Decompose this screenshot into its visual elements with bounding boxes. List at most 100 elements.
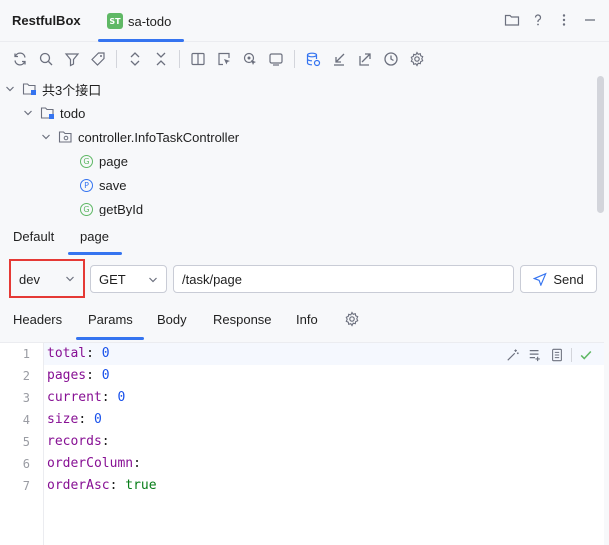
refresh-icon[interactable] xyxy=(10,49,30,69)
request-tabs: Default page xyxy=(0,224,609,254)
param-tab-indicator xyxy=(76,337,144,340)
tree-endpoint[interactable]: P save xyxy=(80,173,126,197)
help-icon[interactable] xyxy=(529,11,547,29)
endpoint-label: save xyxy=(99,177,127,193)
yaml-key: size xyxy=(47,412,79,427)
get-method-icon: G xyxy=(80,202,93,216)
editor-right-rail xyxy=(604,342,609,545)
app-title: RestfulBox xyxy=(12,13,81,28)
tab-params[interactable]: Params xyxy=(88,312,133,327)
toolbar xyxy=(0,43,609,75)
chevron-down-icon[interactable] xyxy=(40,131,52,143)
env-value: dev xyxy=(19,271,40,287)
project-tab-indicator xyxy=(98,39,184,42)
yaml-value: true xyxy=(125,478,157,493)
line-number: 6 xyxy=(22,457,30,471)
document-icon[interactable] xyxy=(549,347,565,363)
project-badge: ST xyxy=(107,13,123,29)
editor-tools-divider xyxy=(571,348,572,362)
magic-wand-icon[interactable] xyxy=(505,347,521,363)
yaml-key: pages xyxy=(47,368,87,383)
env-select[interactable]: dev xyxy=(11,265,83,293)
toolbar-divider xyxy=(116,50,117,68)
check-icon[interactable] xyxy=(578,347,594,363)
line-number: 1 xyxy=(22,347,30,361)
collapse-all-icon[interactable] xyxy=(151,49,171,69)
url-input[interactable] xyxy=(173,265,514,293)
tree-endpoint[interactable]: G page xyxy=(80,149,128,173)
line-number: 5 xyxy=(22,435,30,449)
folder-icon[interactable] xyxy=(503,11,521,29)
send-label: Send xyxy=(553,271,584,287)
navigate-icon[interactable] xyxy=(214,49,234,69)
import-icon[interactable] xyxy=(329,49,349,69)
toolbar-divider xyxy=(179,50,180,68)
tree-scrollbar[interactable] xyxy=(597,76,604,213)
request-tab-indicator xyxy=(68,252,122,255)
tab-headers[interactable]: Headers xyxy=(13,312,62,327)
tree-controller-label: controller.InfoTaskController xyxy=(78,129,240,145)
tree-module-label: todo xyxy=(60,105,86,121)
title-bar: RestfulBox ST sa-todo xyxy=(0,0,609,42)
line-number: 2 xyxy=(22,369,30,383)
yaml-value: 0 xyxy=(101,346,110,361)
endpoint-label: getById xyxy=(99,201,144,217)
yaml-key: orderAsc xyxy=(47,478,110,493)
tree-root-label: 共3个接口 xyxy=(42,82,102,98)
minimize-icon[interactable] xyxy=(581,11,599,29)
project-tab-label: sa-todo xyxy=(128,13,172,29)
yaml-key: total xyxy=(47,346,87,361)
settings-icon[interactable] xyxy=(407,49,427,69)
code-line: total: 0 xyxy=(47,346,110,361)
split-view-icon[interactable] xyxy=(188,49,208,69)
chevron-down-icon[interactable] xyxy=(22,107,34,119)
tab-body[interactable]: Body xyxy=(157,312,187,327)
send-button[interactable]: Send xyxy=(520,265,597,293)
code-line: orderAsc: true xyxy=(47,478,157,493)
locate-icon[interactable] xyxy=(240,49,260,69)
tab-info[interactable]: Info xyxy=(296,312,318,327)
more-options-icon[interactable] xyxy=(555,11,573,29)
tree-root[interactable]: 共3个接口 xyxy=(4,77,101,101)
chevron-down-icon xyxy=(149,277,157,283)
get-method-icon: G xyxy=(80,154,93,168)
add-list-icon[interactable] xyxy=(527,347,543,363)
yaml-key: records xyxy=(47,434,102,449)
line-number: 3 xyxy=(22,391,30,405)
endpoint-label: page xyxy=(99,153,128,169)
method-select[interactable]: GET xyxy=(90,265,167,293)
toolbar-divider xyxy=(294,50,295,68)
code-line: pages: 0 xyxy=(47,368,110,383)
folder-module-icon xyxy=(40,105,56,121)
method-value: GET xyxy=(99,271,126,287)
export-icon[interactable] xyxy=(355,49,375,69)
project-tab[interactable]: ST sa-todo xyxy=(107,11,171,31)
window-icon[interactable] xyxy=(266,49,286,69)
package-icon xyxy=(58,129,74,145)
tab-settings-icon[interactable] xyxy=(344,311,360,330)
chevron-down-icon[interactable] xyxy=(4,83,16,95)
tab-response[interactable]: Response xyxy=(213,312,272,327)
post-method-icon: P xyxy=(80,178,93,192)
expand-all-icon[interactable] xyxy=(125,49,145,69)
tree-endpoint[interactable]: G getById xyxy=(80,197,143,216)
yaml-value: 0 xyxy=(117,390,126,405)
params-editor[interactable]: 1 2 3 4 5 6 7 total: 0 pages: 0 current:… xyxy=(0,342,604,545)
code-line: size: 0 xyxy=(47,412,102,427)
tree-module[interactable]: todo xyxy=(22,101,85,125)
tree-controller[interactable]: controller.InfoTaskController xyxy=(40,125,239,149)
code-line: orderColumn: xyxy=(47,456,141,471)
yaml-value: 0 xyxy=(101,368,110,383)
search-icon[interactable] xyxy=(36,49,56,69)
history-icon[interactable] xyxy=(381,49,401,69)
filter-icon[interactable] xyxy=(62,49,82,69)
yaml-key: current xyxy=(47,390,102,405)
yaml-key: orderColumn xyxy=(47,456,134,471)
line-number: 4 xyxy=(22,413,30,427)
database-icon[interactable] xyxy=(303,49,323,69)
tab-page[interactable]: page xyxy=(80,229,109,244)
code-line: records: xyxy=(47,434,110,449)
tag-icon[interactable] xyxy=(88,49,108,69)
yaml-value: 0 xyxy=(93,412,102,427)
tab-default[interactable]: Default xyxy=(13,229,54,244)
